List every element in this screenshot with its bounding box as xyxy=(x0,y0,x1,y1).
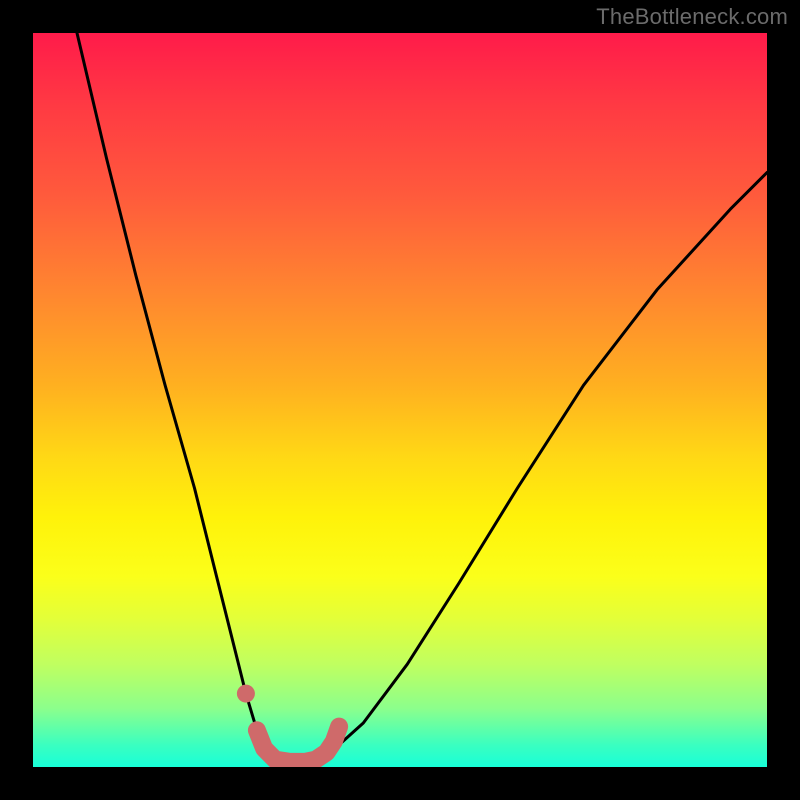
bottleneck-curve xyxy=(77,33,767,763)
plot-area xyxy=(33,33,767,767)
watermark-text: TheBottleneck.com xyxy=(596,4,788,30)
u-marker xyxy=(257,727,339,762)
left-dot-marker xyxy=(237,685,255,703)
curve-layer xyxy=(33,33,767,767)
chart-frame: TheBottleneck.com xyxy=(0,0,800,800)
